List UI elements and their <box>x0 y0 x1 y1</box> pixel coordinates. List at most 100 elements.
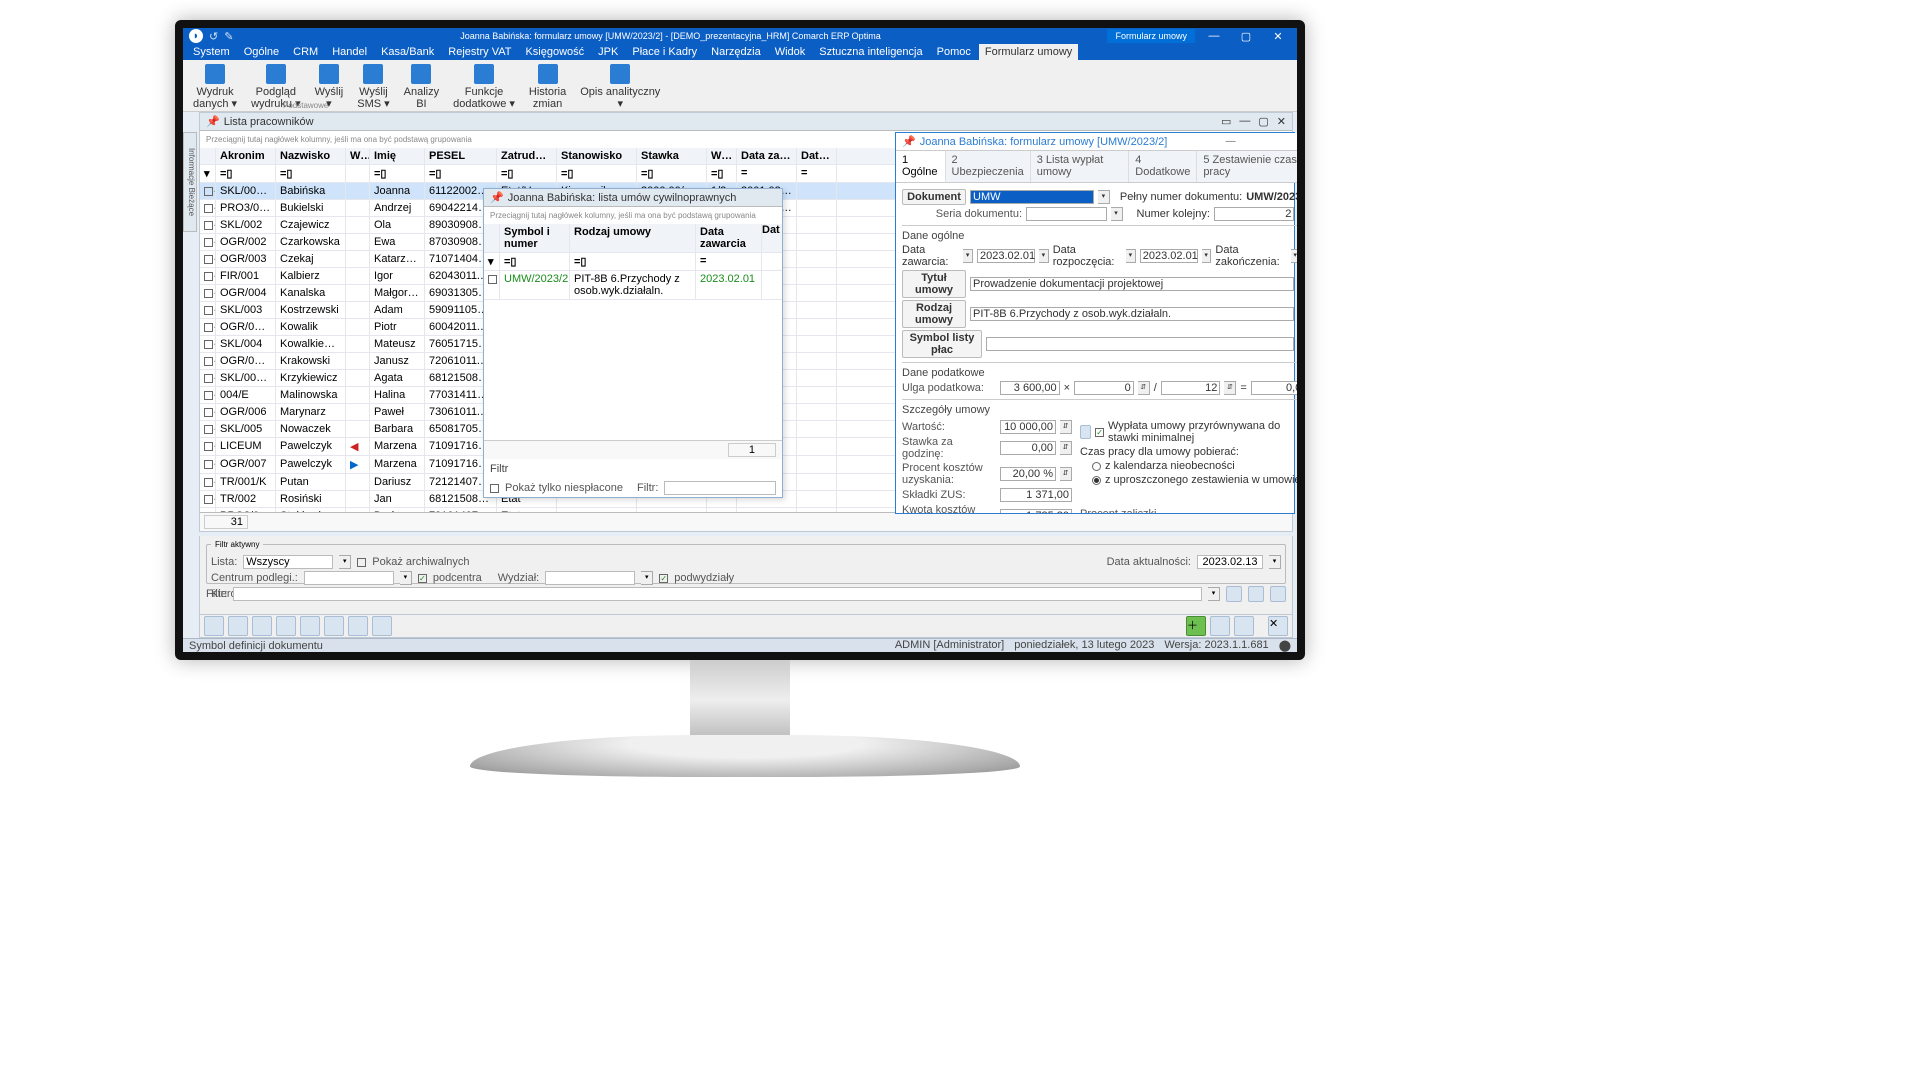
minimize-icon[interactable]: — <box>1201 30 1227 42</box>
radio-uproszczone[interactable] <box>1092 476 1101 485</box>
menu-item[interactable]: Sztuczna inteligencja <box>813 44 928 60</box>
qat-icon[interactable]: ✎ <box>224 30 233 43</box>
sub-filter-input[interactable] <box>664 481 776 495</box>
form-tabs[interactable]: 1 Ogólne2 Ubezpieczenia3 Lista wypłat um… <box>896 151 1305 183</box>
panel-tool-icon[interactable]: ▭ <box>1221 115 1231 128</box>
panel-minimize-icon[interactable]: — <box>1239 115 1250 128</box>
lista-select[interactable]: Wszyscy <box>243 555 333 569</box>
menu-item[interactable]: Handel <box>326 44 373 60</box>
collapse-icon[interactable]: ▴ <box>1298 231 1305 241</box>
menu-item[interactable]: Narzędzia <box>705 44 767 60</box>
seria-input[interactable] <box>1026 207 1107 221</box>
chevron-down-icon[interactable]: ▾ <box>339 555 351 569</box>
tool-btn-7[interactable] <box>348 616 368 636</box>
column-header[interactable]: Imię <box>370 148 425 164</box>
column-header[interactable]: Akronim <box>216 148 276 164</box>
maximize-icon[interactable]: ▢ <box>1233 30 1259 43</box>
rodzaj-button[interactable]: Rodzaj umowy <box>902 300 966 328</box>
column-header[interactable] <box>200 148 216 164</box>
wyrown-checkbox[interactable]: ✓ <box>1095 428 1104 437</box>
spinner-icon[interactable]: ⇵ <box>1060 420 1072 434</box>
column-header[interactable]: Wiel... <box>346 148 370 164</box>
podwydzialy-checkbox[interactable]: ✓ <box>659 574 668 583</box>
form-close-icon[interactable]: ✕ <box>1294 136 1305 147</box>
chevron-down-icon[interactable]: ▾ <box>1298 277 1305 291</box>
menu-item[interactable]: Widok <box>769 44 812 60</box>
menu-item[interactable]: Księgowość <box>519 44 590 60</box>
menu-item[interactable]: Rejestry VAT <box>442 44 517 60</box>
radio-kalendarz[interactable] <box>1092 462 1101 471</box>
niesplacone-checkbox[interactable] <box>490 484 499 493</box>
qat-icon[interactable]: ↺ <box>209 30 218 43</box>
chevron-down-icon[interactable]: ▾ <box>400 571 412 585</box>
tool-btn-5[interactable] <box>300 616 320 636</box>
pin-icon[interactable]: 📌 <box>490 191 504 204</box>
pin-icon[interactable]: 📌 <box>902 135 916 148</box>
chevron-down-icon[interactable]: ▾ <box>1291 249 1301 263</box>
pin-icon[interactable]: 📌 <box>206 115 220 128</box>
chevron-down-icon[interactable]: ▾ <box>1111 207 1123 221</box>
menu-item[interactable]: Pomoc <box>931 44 977 60</box>
edit-button[interactable] <box>1210 616 1230 636</box>
form-tab[interactable]: 5 Zestawienie czasu pracy <box>1197 151 1305 182</box>
close-icon[interactable]: ✕ <box>1265 30 1291 43</box>
form-minimize-icon[interactable]: — <box>1222 136 1240 147</box>
archiwalne-checkbox[interactable] <box>357 558 366 567</box>
dokument-button[interactable]: Dokument <box>902 189 966 205</box>
add-button[interactable]: ＋ <box>1186 616 1206 636</box>
filter-builder-icon[interactable] <box>1270 586 1286 602</box>
tool-btn-8[interactable] <box>372 616 392 636</box>
chevron-down-icon[interactable]: ▾ <box>1126 249 1136 263</box>
tytul-input[interactable]: Prowadzenie dokumentacji projektowej <box>970 277 1294 291</box>
column-header[interactable]: Data zatrud. <box>737 148 797 164</box>
sub-table-row[interactable]: UMW/2023/2PIT-8B 6.Przychody z osob.wyk.… <box>484 271 782 300</box>
ribbon-button[interactable]: Wydrukdanych ▾ <box>187 62 243 112</box>
chevron-down-icon[interactable]: ▾ <box>1208 587 1220 601</box>
chevron-down-icon[interactable]: ▾ <box>641 571 653 585</box>
kolejny-input[interactable]: 2 <box>1214 207 1295 221</box>
context-tab[interactable]: Formularz umowy <box>1107 29 1195 43</box>
status-icon[interactable]: ⬤ <box>1279 639 1291 652</box>
column-header[interactable]: Data zwol. <box>797 148 837 164</box>
zawarcia-input[interactable]: 2023.02.01 <box>977 249 1035 263</box>
ulga-c-input[interactable]: 12 <box>1161 381 1221 395</box>
column-header[interactable]: Nazwisko <box>276 148 346 164</box>
tytul-button[interactable]: Tytuł umowy <box>902 270 966 298</box>
form-tab[interactable]: 2 Ubezpieczenia <box>946 151 1031 182</box>
column-header[interactable]: PESEL <box>425 148 497 164</box>
ribbon-button[interactable]: AnalizyBI <box>398 62 445 112</box>
spinner-icon[interactable]: ⇵ <box>1138 381 1150 395</box>
chevron-down-icon[interactable]: ▾ <box>1298 307 1305 321</box>
collapse-icon[interactable]: ▴ <box>1298 405 1305 415</box>
sub-column-header[interactable]: Data zawarcia <box>696 224 762 252</box>
column-header[interactable]: Zatrudnienie <box>497 148 557 164</box>
menu-item[interactable]: Ogólne <box>238 44 285 60</box>
ribbon-button[interactable]: Opis analityczny▾ <box>574 62 666 112</box>
sub-column-header[interactable] <box>484 224 500 252</box>
sub-column-header[interactable]: Rodzaj umowy <box>570 224 696 252</box>
panel-close-icon[interactable]: ✕ <box>1277 115 1286 128</box>
rozpocz-input[interactable]: 2023.02.01 <box>1140 249 1198 263</box>
tool-btn-3[interactable] <box>252 616 272 636</box>
wartosc-input[interactable]: 10 000,00 <box>1000 420 1056 434</box>
calc-icon[interactable] <box>1080 425 1091 439</box>
dokument-input[interactable]: UMW <box>970 190 1094 204</box>
menu-item[interactable]: Kasa/Bank <box>375 44 440 60</box>
ribbon-button[interactable]: Historiazmian <box>523 62 572 112</box>
data-akt-input[interactable]: 2023.02.13 <box>1197 555 1263 569</box>
filter-apply-icon[interactable] <box>1226 586 1242 602</box>
tool-btn-2[interactable] <box>228 616 248 636</box>
close-button[interactable]: ✕ <box>1268 616 1288 636</box>
form-tab[interactable]: 1 Ogólne <box>896 151 946 182</box>
menu-item[interactable]: CRM <box>287 44 324 60</box>
sub-column-header[interactable]: Dat <box>762 224 782 252</box>
chevron-down-icon[interactable]: ▾ <box>1098 190 1110 204</box>
ulga-eq-input[interactable]: 0,00 <box>1251 381 1305 395</box>
chevron-down-icon[interactable]: ▾ <box>1269 555 1281 569</box>
rodzaj-input[interactable]: PIT-8B 6.Przychody z osob.wyk.działaln. <box>970 307 1294 321</box>
panel-maximize-icon[interactable]: ▢ <box>1258 115 1268 128</box>
stawka-input[interactable]: 0,00 <box>1000 441 1056 455</box>
zus-input[interactable]: 1 371,00 <box>1000 488 1072 502</box>
sub-grid-header[interactable]: Symbol i numerRodzaj umowyData zawarciaD… <box>484 224 782 253</box>
column-header[interactable]: Wymiar <box>707 148 737 164</box>
